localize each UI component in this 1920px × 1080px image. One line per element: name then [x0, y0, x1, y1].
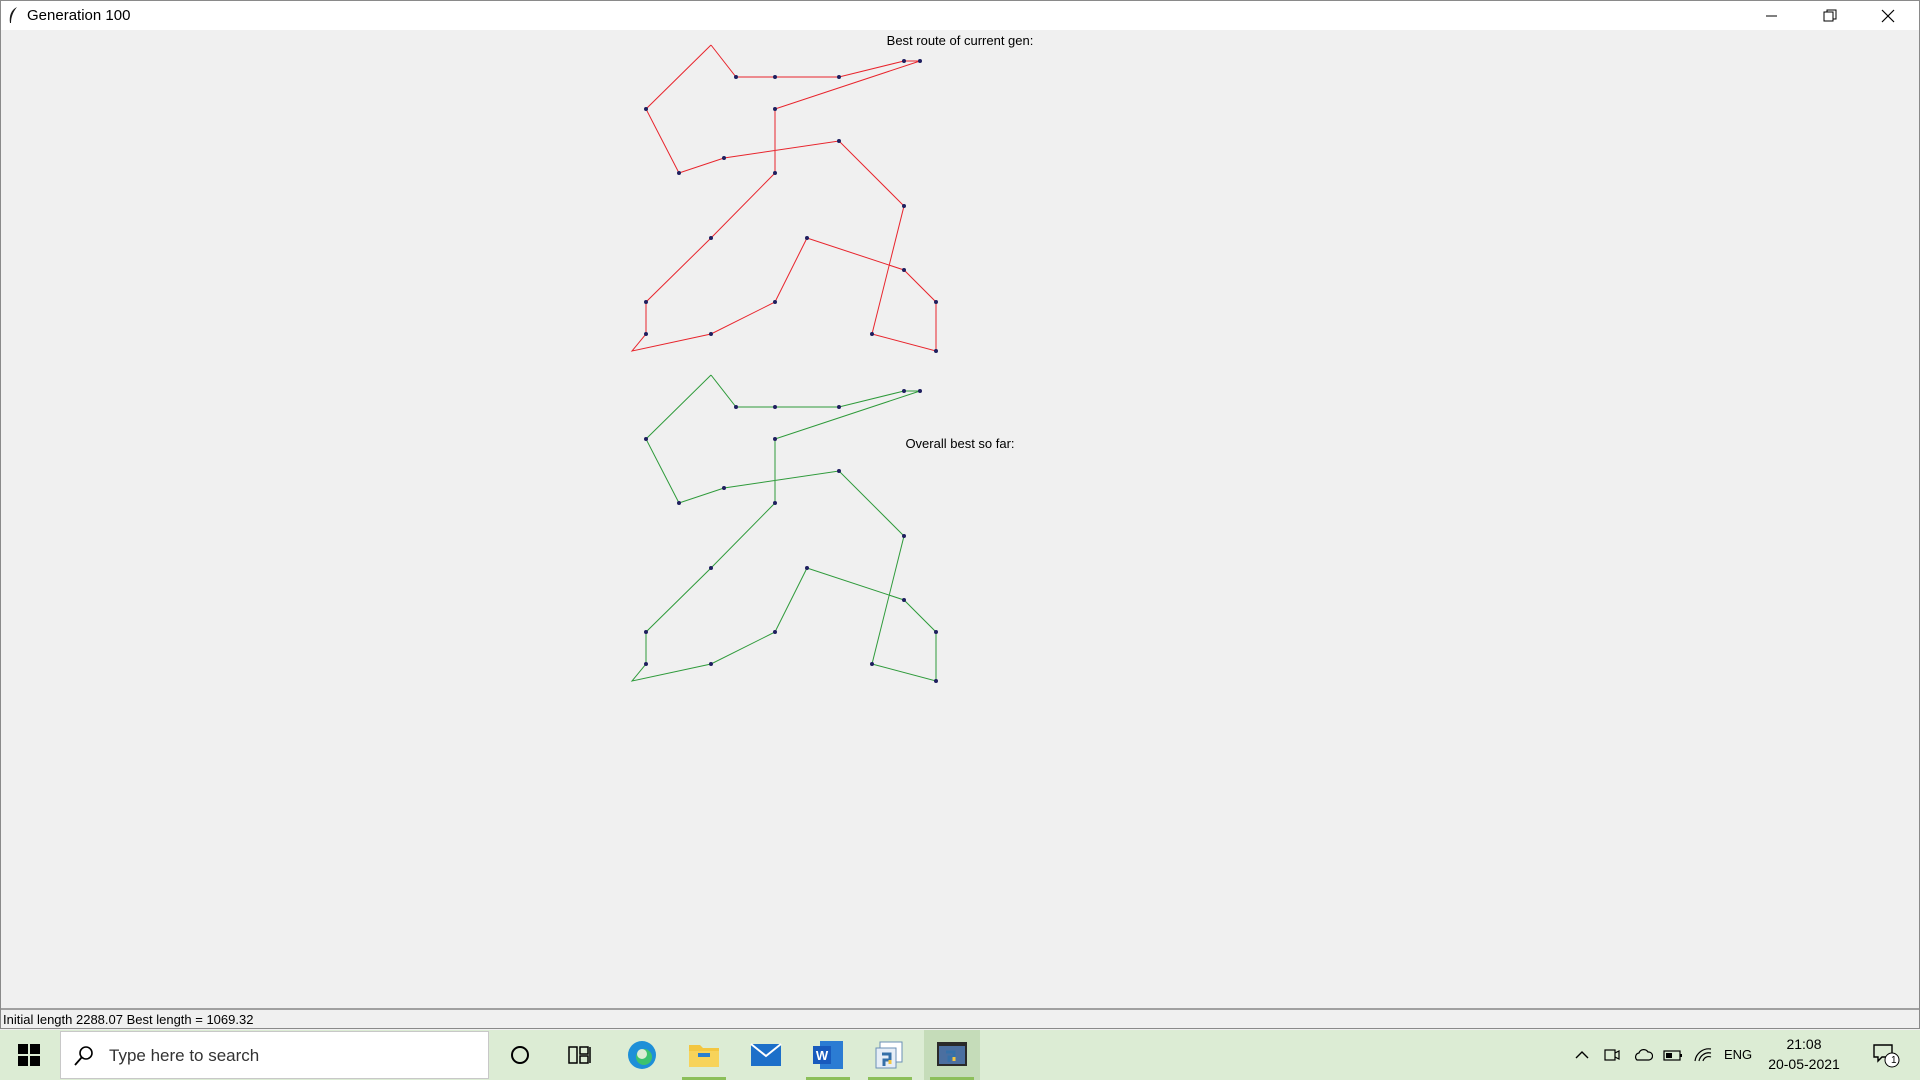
start-button[interactable]: [0, 1030, 58, 1080]
overall-city-node: [773, 437, 777, 441]
clock-time: 21:08: [1786, 1036, 1822, 1052]
search-placeholder: Type here to search: [109, 1046, 260, 1065]
edge-browser-icon: [628, 1041, 656, 1069]
overall-city-node: [805, 566, 809, 570]
current-city-node: [773, 107, 777, 111]
current-city-node: [773, 300, 777, 304]
current-city-node: [805, 236, 809, 240]
wifi-icon: [1694, 1048, 1712, 1062]
current-city-node: [870, 332, 874, 336]
routes-plot: [630, 44, 938, 683]
cortana-icon: [511, 1046, 529, 1064]
taskbar: Type here to search W ENG 21:08 20-05-20…: [0, 1030, 1920, 1080]
windows-logo-icon: [18, 1044, 40, 1066]
word-icon: W: [813, 1041, 843, 1069]
task-view-icon: [568, 1046, 591, 1064]
notification-count: 1: [1891, 1055, 1897, 1066]
mail-icon: [750, 1043, 782, 1066]
overall-city-node: [902, 534, 906, 538]
overall-city-node: [902, 389, 906, 393]
file-explorer-taskbar-button[interactable]: [676, 1030, 732, 1080]
minimize-icon: [1766, 15, 1777, 16]
python-window-icon: [937, 1042, 967, 1066]
folder-icon: [689, 1045, 719, 1067]
current-city-node: [902, 268, 906, 272]
overall-city-node: [644, 662, 648, 666]
current-city-node: [722, 156, 726, 160]
overall-city-node: [709, 662, 713, 666]
svg-text:W: W: [816, 1048, 829, 1063]
python-idle-taskbar-button[interactable]: [862, 1030, 918, 1080]
network-tray-button[interactable]: [1692, 1030, 1714, 1080]
overall-city-node: [677, 501, 681, 505]
cloud-icon: [1635, 1049, 1653, 1061]
onedrive-tray-button[interactable]: [1632, 1030, 1654, 1080]
status-text: Initial length 2288.07 Best length = 106…: [3, 1012, 254, 1027]
overall-city-node: [722, 486, 726, 490]
overall-city-node: [709, 566, 713, 570]
battery-icon: [1663, 1050, 1682, 1061]
current-city-node: [709, 332, 713, 336]
python-tk-window-taskbar-button[interactable]: [924, 1030, 980, 1080]
current-city-node: [709, 236, 713, 240]
restore-button[interactable]: [1801, 1, 1859, 30]
current-city-node: [902, 204, 906, 208]
task-view-button[interactable]: [552, 1030, 608, 1080]
overall-city-node: [644, 630, 648, 634]
current-route-line: [630, 44, 937, 352]
clock-date: 20-05-2021: [1768, 1056, 1840, 1072]
overall-city-node: [644, 437, 648, 441]
mail-taskbar-button[interactable]: [738, 1030, 794, 1080]
route-canvas: Best route of current gen: Overall best …: [1, 30, 1919, 1007]
show-hidden-icons-button[interactable]: [1572, 1030, 1592, 1080]
overall-city-node: [734, 405, 738, 409]
close-icon: [1881, 9, 1895, 22]
overall-city-node: [837, 405, 841, 409]
battery-tray-button[interactable]: [1662, 1030, 1684, 1080]
current-city-node: [837, 75, 841, 79]
search-icon: [74, 1046, 93, 1066]
overall-route-line: [630, 374, 937, 682]
current-city-node: [644, 332, 648, 336]
current-city-node: [918, 59, 922, 63]
input-language-indicator[interactable]: ENG: [1724, 1047, 1752, 1062]
chevron-up-icon: [1575, 1051, 1589, 1059]
overall-city-node: [918, 389, 922, 393]
meet-now-tray-button[interactable]: [1602, 1030, 1622, 1080]
current-city-node: [934, 300, 938, 304]
current-city-node: [734, 75, 738, 79]
close-button[interactable]: [1859, 1, 1917, 30]
title-bar[interactable]: Generation 100: [1, 1, 1919, 30]
feather-icon: [9, 7, 17, 23]
minimize-button[interactable]: [1743, 1, 1801, 30]
overall-city-node: [934, 630, 938, 634]
current-city-node: [773, 75, 777, 79]
overall-city-node: [773, 405, 777, 409]
overall-city-node: [902, 598, 906, 602]
cortana-button[interactable]: [492, 1030, 548, 1080]
current-city-node: [644, 107, 648, 111]
current-city-node: [677, 171, 681, 175]
current-city-node: [902, 59, 906, 63]
taskbar-search-box[interactable]: Type here to search: [60, 1031, 489, 1079]
action-center-button[interactable]: 1: [1868, 1030, 1904, 1080]
current-city-node: [934, 349, 938, 353]
overall-city-node: [870, 662, 874, 666]
overall-city-node: [773, 630, 777, 634]
app-window: Generation 100 Best route of current gen…: [0, 0, 1920, 1029]
current-city-node: [773, 171, 777, 175]
overall-city-node: [934, 679, 938, 683]
camera-icon: [1604, 1049, 1620, 1061]
overall-city-node: [773, 501, 777, 505]
restore-icon: [1823, 9, 1837, 21]
overall-city-node: [837, 469, 841, 473]
system-clock[interactable]: 21:08 20-05-2021: [1762, 1034, 1846, 1074]
edge-taskbar-button[interactable]: [614, 1030, 670, 1080]
current-city-node: [644, 300, 648, 304]
status-bar: Initial length 2288.07 Best length = 106…: [1, 1008, 1919, 1028]
python-idle-icon: [875, 1041, 903, 1069]
current-city-node: [837, 139, 841, 143]
window-title: Generation 100: [27, 7, 131, 24]
word-taskbar-button[interactable]: W: [800, 1030, 856, 1080]
